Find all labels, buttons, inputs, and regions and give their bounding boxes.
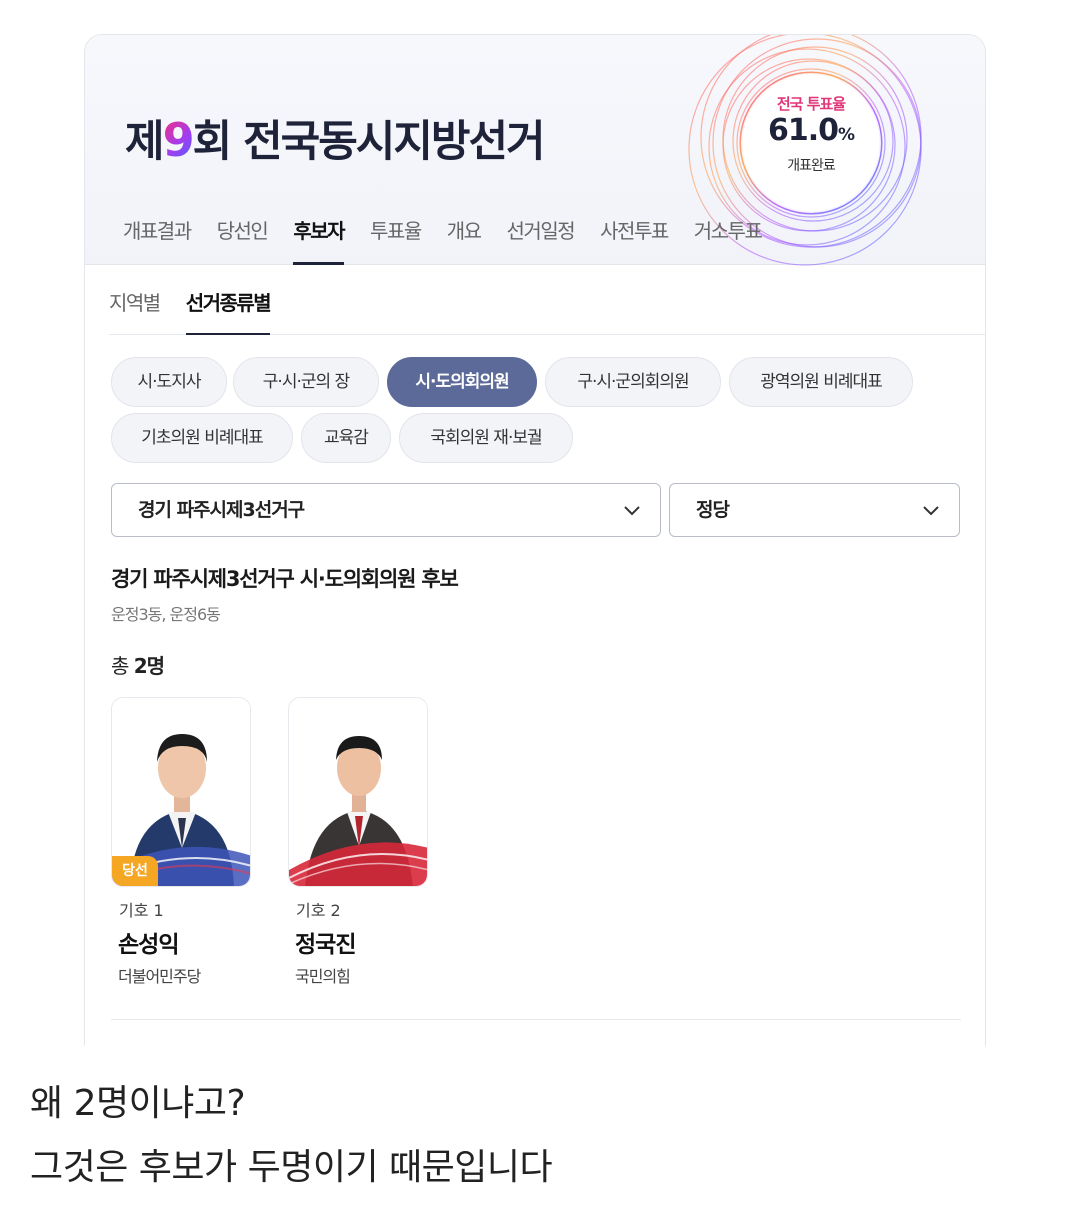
candidate-name: 손성익 — [118, 932, 179, 958]
party-select-value: 정당 — [696, 499, 730, 521]
candidate-photo: 당선 — [111, 697, 251, 887]
candidate-photo — [288, 697, 428, 887]
tab-4[interactable]: 개요 — [447, 213, 482, 265]
winner-badge: 당선 — [112, 856, 158, 886]
result-area: 운정3동, 운정6동 — [111, 605, 221, 624]
sub-tabs: 지역별 선거종류별 — [109, 265, 985, 335]
candidate-card[interactable]: 당선 기호 1 손성익 더불어민주당 — [111, 697, 251, 987]
caption-line-2: 그것은 후보가 두명이기 때문입니다 — [30, 1147, 553, 1188]
district-select[interactable]: 경기 파주시제3선거구 — [111, 483, 661, 537]
total-count: 총 2명 — [111, 654, 165, 678]
election-type-chip[interactable]: 국회의원 재·보궐 — [399, 413, 573, 463]
candidate-number: 기호 2 — [296, 901, 341, 920]
election-type-chip[interactable]: 교육감 — [301, 413, 391, 463]
caption-line-1: 왜 2명이냐고? — [30, 1083, 246, 1124]
turnout-badge: 전국 투표율 61.0% 개표완료 — [743, 75, 879, 211]
election-type-chip[interactable]: 기초의원 비례대표 — [111, 413, 293, 463]
candidate-card[interactable]: 기호 2 정국진 국민의힘 — [288, 697, 428, 987]
election-header: 전국 투표율 61.0% 개표완료 제9회 전국동시지방선거 개표결과 당선인 후보… — [85, 35, 985, 266]
divider — [111, 1019, 961, 1020]
election-type-chip[interactable]: 광역의원 비례대표 — [729, 357, 913, 407]
tab-2[interactable]: 후보자 — [293, 213, 346, 265]
candidate-party: 국민의힘 — [295, 967, 351, 986]
chevron-down-icon — [923, 506, 939, 516]
tab-6[interactable]: 사전투표 — [600, 213, 669, 265]
election-title: 제9회 전국동시지방선거 — [125, 113, 546, 167]
election-type-chip[interactable]: 구·시·군의회의원 — [545, 357, 721, 407]
tab-5[interactable]: 선거일정 — [507, 213, 576, 265]
tab-7[interactable]: 거소투표 — [694, 213, 763, 265]
count-status: 개표완료 — [787, 158, 836, 174]
candidate-portrait-image — [289, 698, 427, 886]
tab-3[interactable]: 투표율 — [370, 213, 422, 265]
tab-0[interactable]: 개표결과 — [123, 213, 192, 265]
candidate-number: 기호 1 — [119, 901, 164, 920]
main-tabs: 개표결과 당선인 후보자 투표율 개요 선거일정 사전투표 거소투표 — [123, 213, 787, 265]
turnout-value: 61.0% — [767, 113, 855, 148]
sub-tab-0[interactable]: 지역별 — [109, 265, 161, 335]
chevron-down-icon — [624, 506, 640, 516]
party-select[interactable]: 정당 — [669, 483, 960, 537]
district-select-value: 경기 파주시제3선거구 — [138, 499, 305, 521]
election-type-chip[interactable]: 시·도지사 — [111, 357, 227, 407]
election-type-chip[interactable]: 시·도의회의원 — [387, 357, 537, 407]
result-title: 경기 파주시제3선거구 시·도의회의원 후보 — [111, 567, 459, 591]
sub-tab-1[interactable]: 선거종류별 — [185, 265, 272, 335]
election-type-chip[interactable]: 구·시·군의 장 — [233, 357, 379, 407]
election-card: 전국 투표율 61.0% 개표완료 제9회 전국동시지방선거 개표결과 당선인 후보… — [84, 34, 986, 1046]
candidate-name: 정국진 — [295, 932, 356, 958]
candidate-party: 더불어민주당 — [118, 967, 201, 986]
tab-1[interactable]: 당선인 — [217, 213, 269, 265]
turnout-label: 전국 투표율 — [776, 95, 846, 113]
